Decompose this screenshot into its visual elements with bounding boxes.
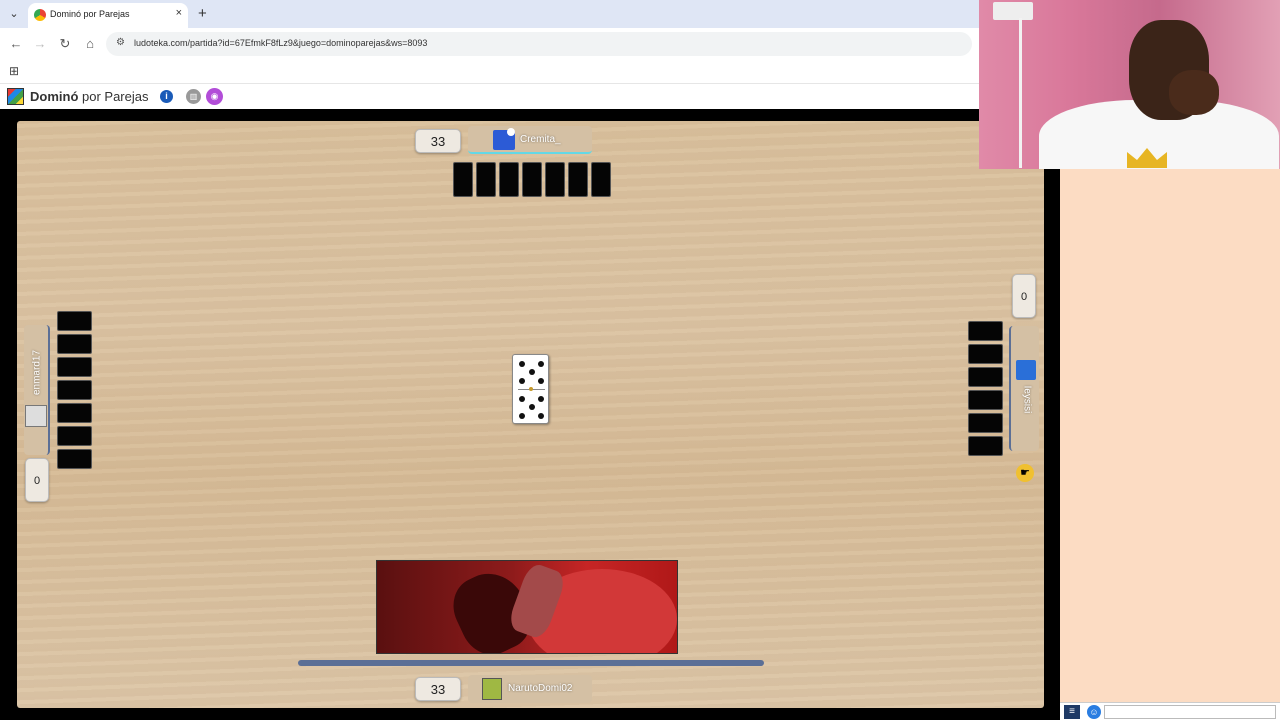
close-tab-icon[interactable]: ×: [176, 7, 182, 19]
domino-bottom-half: [513, 390, 548, 424]
domino-pip: [537, 395, 544, 402]
face-down-tile: [57, 403, 92, 423]
new-tab-icon[interactable]: +: [198, 5, 207, 22]
face-down-tile: [57, 380, 92, 400]
right-player-tag: Ieysisi: [1009, 326, 1039, 451]
game-title-bold: Dominó: [30, 89, 79, 104]
face-down-tile: [545, 162, 565, 197]
webcam-overlay: [979, 0, 1280, 169]
chat-input[interactable]: [1104, 705, 1276, 719]
info-icon[interactable]: i: [160, 90, 173, 103]
reload-icon[interactable]: ↻: [57, 36, 73, 52]
domino-pip: [528, 404, 535, 410]
bottom-player-avatar: [482, 678, 502, 700]
face-down-tile: [968, 344, 1003, 364]
cam-cable: [1019, 18, 1022, 168]
face-down-tile: [968, 436, 1003, 456]
smiley-icon[interactable]: ☺: [1087, 705, 1101, 719]
chrome-favicon-icon: [34, 9, 46, 21]
cam-hand: [1169, 70, 1219, 115]
right-player-score: 0: [1012, 274, 1036, 318]
left-player-avatar: [25, 405, 47, 427]
top-player-score: 33: [415, 129, 461, 153]
top-player-tag: Cremita_: [468, 126, 592, 154]
bottom-player-score: 33: [415, 677, 461, 701]
back-arrow-icon[interactable]: ←: [8, 36, 24, 51]
cam-wall-switch: [993, 2, 1033, 20]
top-player-hand: [453, 162, 611, 197]
domino-tile-5-5[interactable]: [512, 354, 549, 424]
site-settings-icon[interactable]: ⚙: [116, 37, 125, 48]
face-down-tile: [968, 367, 1003, 387]
domino-pip: [537, 377, 544, 384]
left-player-tag: enmard17: [24, 325, 50, 455]
forward-arrow-icon[interactable]: →: [32, 36, 48, 51]
face-down-tile: [968, 390, 1003, 410]
right-player-hand: [968, 321, 1003, 456]
turn-timer-bar: [298, 660, 764, 666]
face-down-tile: [499, 162, 519, 197]
domino-pip: [519, 412, 526, 419]
domino-top-half: [513, 355, 548, 389]
browser-nav-bar: ← → ↻ ⌂ ⚙ ludoteka.com/partida?id=67Efmk…: [0, 28, 980, 60]
bookmarks-bar: ⊞: [0, 60, 980, 84]
game-header: Dominó por Parejas i ▥ ◉: [0, 84, 980, 109]
domino-pip: [537, 360, 544, 367]
right-player-name: Ieysisi: [1021, 385, 1033, 414]
player-banner-image: [376, 560, 678, 654]
face-down-tile: [591, 162, 611, 197]
face-down-tile: [968, 413, 1003, 433]
face-down-tile: [968, 321, 1003, 341]
apps-grid-icon[interactable]: ⊞: [9, 64, 19, 78]
face-down-tile: [57, 334, 92, 354]
chat-input-bar: ≡ ☺: [1060, 702, 1280, 720]
home-icon[interactable]: ⌂: [82, 36, 98, 51]
domino-pip: [519, 395, 526, 402]
bottom-player-tag: NarutoDomi02: [468, 675, 592, 703]
bottom-player-name: NarutoDomi02: [508, 683, 573, 694]
face-down-tile: [57, 357, 92, 377]
hand-pointer-icon: ☛: [1016, 464, 1034, 482]
chat-panel: [1060, 169, 1280, 720]
left-player-hand: [57, 311, 92, 469]
browser-tab[interactable]: Dominó por Parejas ×: [28, 3, 188, 28]
face-down-tile: [57, 426, 92, 446]
face-down-tile: [522, 162, 542, 197]
left-player-score: 0: [25, 458, 49, 502]
online-indicator-icon: [507, 128, 515, 136]
face-down-tile: [57, 449, 92, 469]
ludoteka-logo-icon: [7, 88, 24, 105]
tab-search-icon[interactable]: ⌄: [6, 6, 22, 22]
url-text: ludoteka.com/partida?id=67EfmkF8fLz9&jue…: [134, 38, 428, 48]
domino-pip: [537, 412, 544, 419]
hamburger-icon[interactable]: ≡: [1064, 705, 1080, 719]
browser-tab-bar: ⌄ Dominó por Parejas × +: [0, 0, 980, 28]
domino-pip: [519, 377, 526, 384]
game-title-rest: por Parejas: [78, 89, 149, 104]
face-down-tile: [568, 162, 588, 197]
address-bar[interactable]: ⚙ ludoteka.com/partida?id=67EfmkF8fLz9&j…: [106, 32, 972, 56]
stats-icon[interactable]: ▥: [186, 89, 201, 104]
left-player-name: enmard17: [31, 349, 43, 396]
face-down-tile: [476, 162, 496, 197]
face-down-tile: [453, 162, 473, 197]
face-down-tile: [57, 311, 92, 331]
game-title: Dominó por Parejas: [30, 89, 148, 104]
photo-icon[interactable]: ◉: [206, 88, 223, 105]
tab-title: Dominó por Parejas: [50, 9, 130, 19]
domino-pip: [528, 369, 535, 375]
top-player-name: Cremita_: [520, 134, 561, 145]
domino-pip: [519, 360, 526, 367]
